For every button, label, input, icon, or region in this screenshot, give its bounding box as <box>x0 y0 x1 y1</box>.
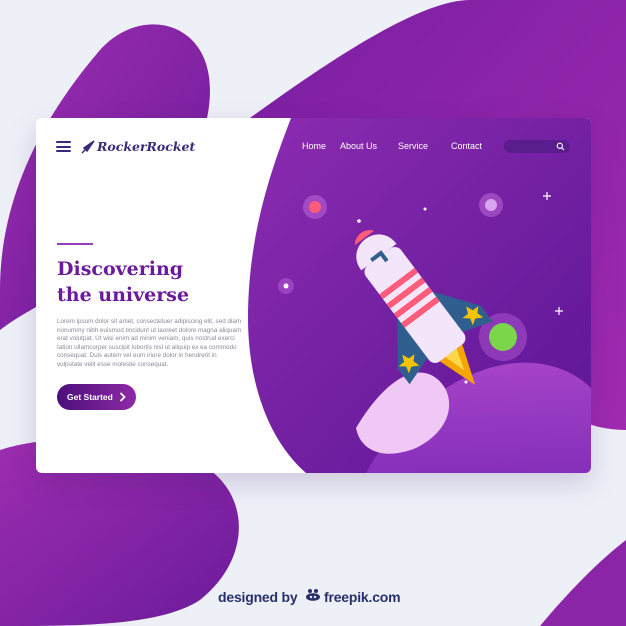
landing-card: RockerRocket Home About Us Service Conta… <box>36 118 591 473</box>
search-input[interactable] <box>504 140 570 153</box>
get-started-button[interactable]: Get Started <box>57 384 136 410</box>
brand-logo[interactable]: RockerRocket <box>97 139 195 154</box>
search-icon[interactable] <box>556 142 565 151</box>
nav-service[interactable]: Service <box>398 141 428 151</box>
rocket-logo-icon <box>81 140 95 154</box>
get-started-label: Get Started <box>67 392 113 402</box>
hero-title-line-2: the universe <box>57 284 190 306</box>
freepik-icon <box>306 589 320 601</box>
headline-rule <box>57 243 93 245</box>
hero-body: Lorem ipsum dolor sit amet, consectetuer… <box>57 318 242 368</box>
hero-title-line-1: Discovering <box>57 258 184 280</box>
hero-title: Discovering the universe <box>57 256 257 308</box>
menu-icon[interactable] <box>56 141 71 152</box>
credit-brand[interactable]: freepik.com <box>324 589 401 605</box>
credit-prefix: designed by <box>218 589 298 605</box>
chevron-right-icon <box>119 392 126 402</box>
nav-about-us[interactable]: About Us <box>340 141 377 151</box>
nav-contact[interactable]: Contact <box>451 141 482 151</box>
nav-home[interactable]: Home <box>302 141 326 151</box>
